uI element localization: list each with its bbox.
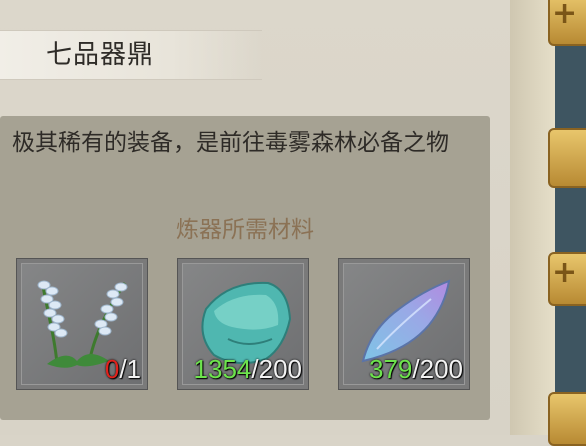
material-slot-2[interactable]: 1354/200 xyxy=(177,258,309,390)
owned-count: 0 xyxy=(104,354,120,384)
owned-count: 379 xyxy=(369,354,413,384)
materials-header: 炼器所需材料 xyxy=(176,217,314,243)
plus-icon: + xyxy=(552,0,578,31)
material-count: 0/1 xyxy=(105,354,141,385)
required-count: /200 xyxy=(251,354,302,384)
item-name: 七品器鼎 xyxy=(46,40,155,70)
material-slot-3[interactable]: 379/200 xyxy=(338,258,470,390)
material-slot-1[interactable]: 0/1 xyxy=(16,258,148,390)
required-count: /1 xyxy=(119,354,141,384)
owned-count: 1354 xyxy=(193,354,252,384)
side-tab-4[interactable] xyxy=(548,392,586,446)
plus-icon: + xyxy=(552,255,578,290)
material-count: 1354/200 xyxy=(194,354,302,385)
side-tab-2[interactable] xyxy=(548,128,586,188)
item-description: 极其稀有的装备，是前往毒雾森林必备之物 xyxy=(12,130,449,156)
required-count: /200 xyxy=(412,354,463,384)
side-rail xyxy=(555,0,586,435)
material-count: 379/200 xyxy=(369,354,463,385)
